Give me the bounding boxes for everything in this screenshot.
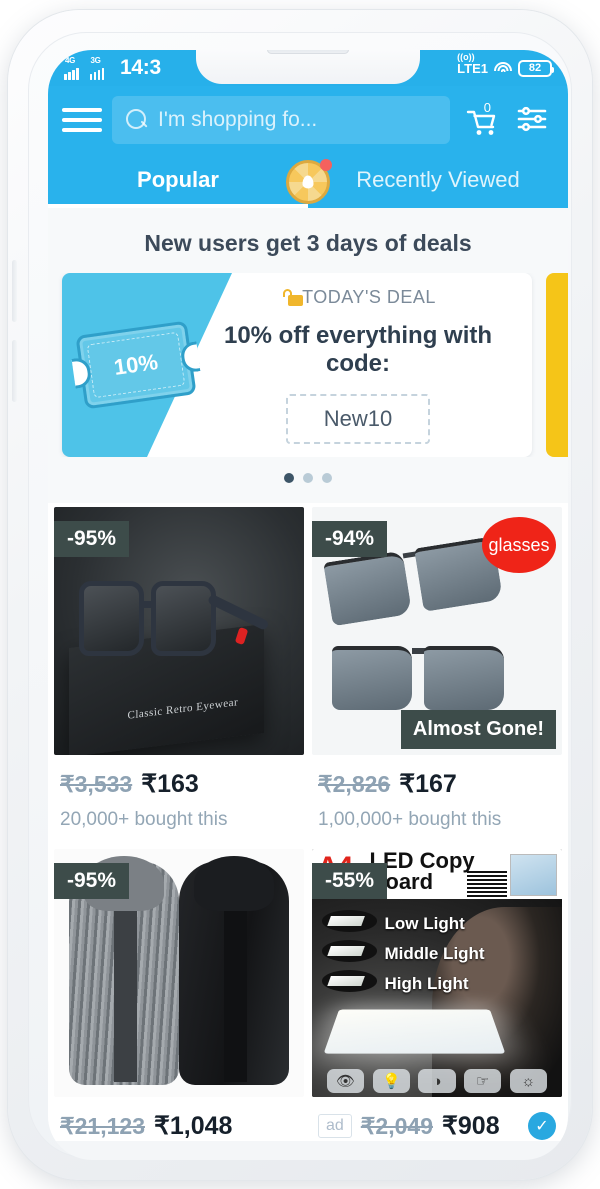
deal-card-body: TODAY'S DEAL 10% off everything with cod… xyxy=(192,287,532,444)
original-price: ₹3,533 xyxy=(60,771,133,797)
artwork-thumbnail xyxy=(509,853,557,897)
sale-price: ₹908 xyxy=(442,1112,500,1140)
deal-kicker-text: TODAY'S DEAL xyxy=(302,286,436,307)
sale-price: ₹167 xyxy=(399,770,457,798)
status-bar: 4G 3G 14:3 ((o)) LTE1 82 xyxy=(48,50,568,86)
sale-price: ₹1,048 xyxy=(153,1112,233,1140)
verified-check-icon: ✓ xyxy=(528,1112,556,1140)
discount-badge: -55% xyxy=(312,863,388,899)
status-bar-time: 14:3 xyxy=(120,56,161,79)
tab-active-underline xyxy=(48,204,308,208)
deal-kicker: TODAY'S DEAL xyxy=(198,287,518,308)
wifi-icon xyxy=(494,61,512,75)
price-row: ₹3,533 ₹163 xyxy=(54,755,304,799)
filter-sliders-icon[interactable] xyxy=(512,99,554,141)
original-price: ₹2,826 xyxy=(318,771,391,797)
sale-price: ₹163 xyxy=(141,770,199,798)
shopping-cart-icon[interactable]: 0 xyxy=(460,99,502,141)
ad-label: ad xyxy=(318,1114,352,1138)
status-bar-left: 4G 3G 14:3 xyxy=(64,56,161,80)
volume-up-button[interactable] xyxy=(12,260,17,322)
promo-carousel[interactable]: 10% TODAY'S DEAL 10% off everything with… xyxy=(48,273,568,457)
product-card[interactable]: -94% glasses Almost Gone! ₹2,826 ₹167 1,… xyxy=(310,503,564,845)
tab-bar: Popular Recently Viewed xyxy=(48,152,568,208)
cart-count-badge: 0 xyxy=(483,100,491,115)
app-header: 0 xyxy=(48,86,568,152)
notification-dot xyxy=(320,159,332,171)
product-image[interactable]: -95% xyxy=(54,849,304,1097)
carousel-dot-1[interactable] xyxy=(284,473,294,483)
tab-popular[interactable]: Popular xyxy=(48,152,308,208)
product-grid: Classic Retro Eyewear -95% ₹3,533 ₹163 2… xyxy=(48,503,568,1141)
phone-frame: 4G 3G 14:3 ((o)) LTE1 82 I'm shopping fo… xyxy=(8,10,592,1180)
search-input[interactable] xyxy=(158,108,436,132)
carousel-dots xyxy=(48,457,568,497)
promo-title: New users get 3 days of deals xyxy=(144,230,472,256)
discount-badge: -94% xyxy=(312,521,388,557)
product-image[interactable]: -94% glasses Almost Gone! xyxy=(312,507,562,755)
volume-down-button[interactable] xyxy=(12,340,17,402)
network-type-2: 3G xyxy=(90,56,101,65)
todays-deal-card[interactable]: 10% TODAY'S DEAL 10% off everything with… xyxy=(62,273,532,457)
price-row: ₹2,826 ₹167 xyxy=(312,755,562,799)
carrier-label: ((o)) LTE1 xyxy=(457,51,488,76)
carousel-dot-3[interactable] xyxy=(322,473,332,483)
light-label-middle: Middle Light xyxy=(384,944,485,964)
signal-bars-icon: 4G xyxy=(64,56,83,80)
promo-section: New users get 3 days of deals 10% TODAY'… xyxy=(48,208,568,503)
tab-recently-viewed[interactable]: Recently Viewed xyxy=(308,152,568,208)
price-row: ₹21,123 ₹1,048 xyxy=(54,1097,304,1141)
price-row: ad ₹2,049 ₹908 ✓ xyxy=(312,1097,562,1141)
light-label-high: High Light xyxy=(384,973,469,993)
image-caption: Classic Retro Eyewear xyxy=(127,695,239,722)
status-bar-right: ((o)) LTE1 82 xyxy=(457,51,554,77)
phone-notch xyxy=(196,50,420,84)
promo-card-next[interactable] xyxy=(546,273,568,457)
deal-promo-code[interactable]: New10 xyxy=(285,393,431,444)
original-price: ₹2,049 xyxy=(360,1112,433,1139)
deal-headline: 10% off everything with code: xyxy=(223,321,493,377)
eye-icon: 👁 xyxy=(327,1069,365,1094)
discount-ticket-icon: 10% xyxy=(75,320,197,410)
feature-icon-row: 👁 💡 ◑ ☞ ☼ xyxy=(327,1069,547,1094)
search-bar[interactable] xyxy=(112,96,450,144)
bulb-icon: 💡 xyxy=(372,1069,411,1094)
brightness-icon: ☼ xyxy=(509,1069,547,1094)
discount-badge: -95% xyxy=(54,521,130,557)
discount-badge: -95% xyxy=(54,863,130,899)
dimmer-icon: ◑ xyxy=(418,1069,456,1094)
phone-screen: 4G 3G 14:3 ((o)) LTE1 82 I'm shopping fo… xyxy=(48,50,568,1160)
category-badge: glasses xyxy=(482,517,556,573)
product-image[interactable]: A4 LED Copy Board xyxy=(312,849,562,1097)
battery-icon: 82 xyxy=(518,59,554,77)
antenna-icon: ((o)) xyxy=(457,51,475,62)
product-card[interactable]: -95% ₹21,123 ₹1,048 xyxy=(52,845,306,1141)
network-type-1: 4G xyxy=(65,56,76,65)
lightpad-surface xyxy=(323,1009,506,1054)
battery-level: 82 xyxy=(528,62,542,74)
light-label-low: Low Light xyxy=(384,914,465,934)
product-card[interactable]: A4 LED Copy Board xyxy=(310,845,564,1141)
original-price: ₹21,123 xyxy=(60,1113,145,1139)
product-image[interactable]: Classic Retro Eyewear -95% xyxy=(54,507,304,755)
purchase-count: 1,00,000+ bought this xyxy=(318,809,502,830)
earpiece-speaker xyxy=(267,50,349,54)
touch-icon: ☞ xyxy=(463,1069,502,1094)
purchase-count: 20,000+ bought this xyxy=(60,809,228,830)
search-icon xyxy=(126,109,148,131)
signal-bars-icon-2: 3G xyxy=(89,56,109,80)
carousel-dot-2[interactable] xyxy=(303,473,313,483)
product-card[interactable]: Classic Retro Eyewear -95% ₹3,533 ₹163 2… xyxy=(52,503,306,845)
lock-icon xyxy=(280,288,303,306)
almost-gone-badge: Almost Gone! xyxy=(400,710,556,749)
prize-wheel-icon[interactable] xyxy=(286,159,332,204)
hamburger-menu-icon[interactable] xyxy=(62,105,102,135)
